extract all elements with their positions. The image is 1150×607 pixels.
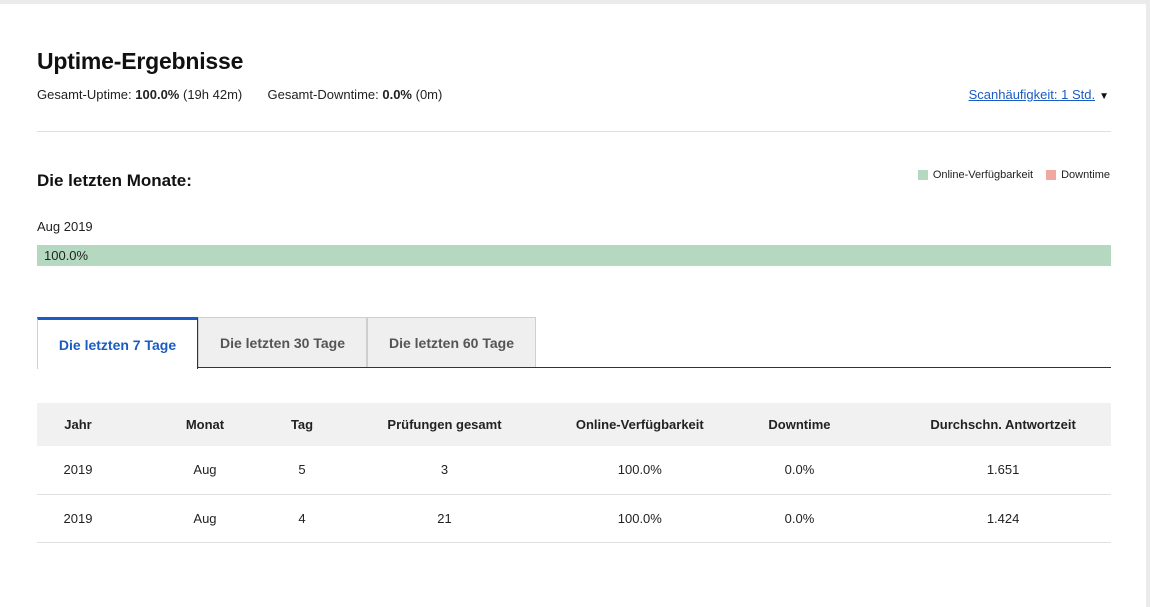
caret-down-icon[interactable]: ▼: [1099, 91, 1109, 102]
cell-response-time: 1.424: [986, 510, 1020, 526]
cell-availability: 100.0%: [617, 510, 662, 526]
month-uptime-text: 100.0%: [44, 248, 89, 263]
cell-downtime: 0.0%: [784, 462, 815, 478]
table-row: 2019 Aug 5 3 100.0% 0.0% 1.651: [37, 446, 1111, 494]
cell-day: 4: [298, 510, 306, 526]
chart-legend: Online-Verfügbarkeit Downtime: [917, 169, 1110, 181]
column-header-response-time: Durchschn. Antwortzeit: [930, 417, 1076, 432]
table-row: 2019 Aug 4 21 100.0% 0.0% 1.424: [37, 494, 1111, 542]
cell-month: Aug: [193, 462, 217, 478]
cell-day: 5: [298, 462, 306, 478]
column-header-day: Tag: [290, 417, 314, 432]
month-uptime-fill: [37, 245, 1111, 266]
legend-online: Online-Verfügbarkeit: [917, 169, 1034, 181]
uptime-table: Jahr Monat Tag Prüfungen gesamt Online-V…: [37, 403, 1111, 543]
tab-last-7-days[interactable]: Die letzten 7 Tage: [37, 317, 198, 369]
column-header-year: Jahr: [64, 417, 92, 432]
legend-online-swatch: [917, 170, 928, 180]
column-header-month: Monat: [185, 417, 225, 432]
legend-downtime: Downtime: [1046, 169, 1110, 181]
column-header-downtime: Downtime: [768, 417, 831, 432]
table-header-row: Jahr Monat Tag Prüfungen gesamt Online-V…: [37, 403, 1111, 446]
total-uptime-label: Gesamt-Uptime:: [37, 87, 132, 102]
cell-checks: 3: [440, 462, 449, 478]
cell-availability: 100.0%: [617, 462, 662, 478]
legend-downtime-swatch: [1046, 170, 1057, 180]
month-uptime-bar: 100.0%: [37, 245, 1111, 266]
section-divider: [37, 131, 1111, 132]
cell-year: 2019: [63, 510, 93, 526]
uptime-card: Uptime-Ergebnisse Gesamt-Uptime: 100.0% …: [0, 4, 1146, 607]
total-downtime-duration: (0m): [415, 87, 443, 102]
cell-month: Aug: [193, 510, 217, 526]
months-section-title: Die letzten Monate:: [37, 171, 192, 190]
tab-last-30-days[interactable]: Die letzten 30 Tage: [198, 317, 367, 367]
scan-frequency-link[interactable]: Scanhäufigkeit: 1 Std.: [969, 87, 1095, 102]
page-title: Uptime-Ergebnisse: [37, 48, 244, 74]
legend-online-label: Online-Verfügbarkeit: [932, 169, 1034, 181]
uptime-summary: Gesamt-Uptime: 100.0% (19h 42m) Gesamt-D…: [37, 87, 442, 102]
total-uptime-value: 100.0%: [135, 87, 180, 102]
column-header-availability: Online-Verfügbarkeit: [575, 417, 704, 432]
cell-downtime: 0.0%: [784, 510, 815, 526]
month-label: Aug 2019: [37, 219, 93, 234]
cell-checks: 21: [437, 510, 452, 526]
cell-year: 2019: [63, 462, 93, 478]
period-tabs: Die letzten 7 Tage Die letzten 30 Tage D…: [37, 317, 1111, 369]
tab-last-60-days[interactable]: Die letzten 60 Tage: [367, 317, 536, 367]
total-uptime-duration: (19h 42m): [182, 87, 243, 102]
cell-response-time: 1.651: [986, 462, 1020, 478]
column-header-checks: Prüfungen gesamt: [387, 417, 502, 432]
total-downtime-label: Gesamt-Downtime:: [267, 87, 379, 102]
legend-downtime-label: Downtime: [1061, 169, 1110, 181]
scan-frequency-dropdown[interactable]: Scanhäufigkeit: 1 Std. ▼: [969, 87, 1109, 102]
total-downtime-value: 0.0%: [382, 87, 412, 102]
